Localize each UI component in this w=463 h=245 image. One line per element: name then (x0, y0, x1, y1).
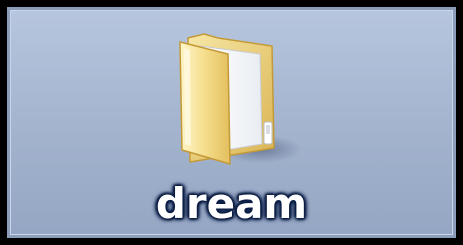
desktop-icon-area: dream (0, 0, 463, 245)
folder-name-label[interactable]: dream (10, 178, 453, 230)
folder-icon (179, 33, 302, 166)
folder-item-dream[interactable]: dream (7, 7, 456, 238)
